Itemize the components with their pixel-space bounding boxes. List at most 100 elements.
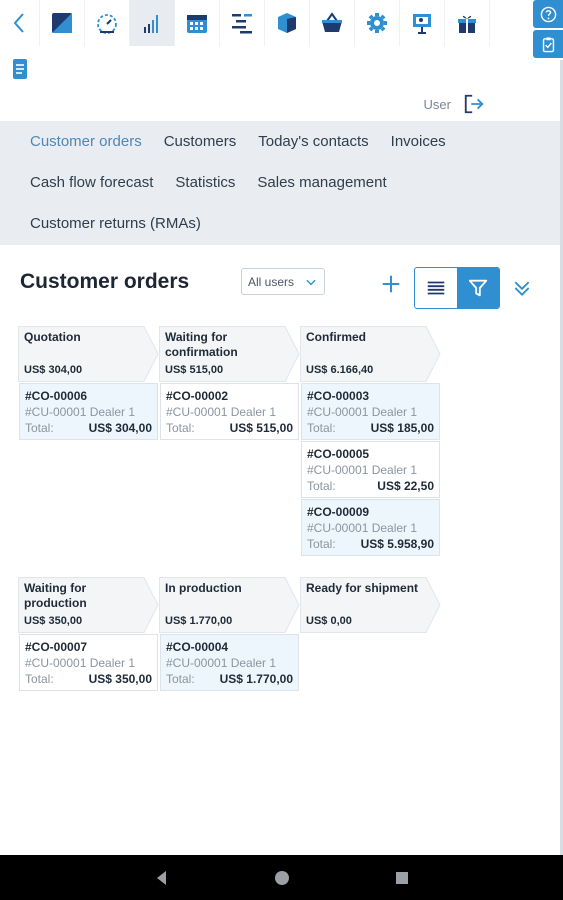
sales-button[interactable] xyxy=(130,0,175,46)
calendar-icon xyxy=(187,15,207,33)
order-id: #CO-00006 xyxy=(25,389,88,403)
stage-header[interactable]: Waiting for confirmation US$ 515,00 xyxy=(159,326,300,382)
stage-header[interactable]: Waiting for production US$ 350,00 xyxy=(18,577,159,633)
user-row: User xyxy=(424,93,485,115)
android-recents-icon[interactable] xyxy=(392,868,412,888)
order-total-row: Total: US$ 22,50 xyxy=(307,478,434,494)
nav-sales-management[interactable]: Sales management xyxy=(257,174,386,191)
calendar-button[interactable] xyxy=(175,0,220,46)
products-icon xyxy=(278,13,296,33)
filter-icon xyxy=(468,279,488,297)
order-total-row: Total: US$ 350,00 xyxy=(25,671,152,687)
stage-column: In production US$ 1.770,00 #CO-00004 #CU-00… xyxy=(159,577,300,692)
side-actions xyxy=(533,0,563,60)
order-total-value: US$ 515,00 xyxy=(229,421,293,435)
stage-name: Ready for shipment xyxy=(306,581,419,595)
stage-column: Waiting for confirmation US$ 515,00 #CO-00… xyxy=(159,326,300,441)
user-label: User xyxy=(423,96,451,112)
nav-invoices[interactable]: Invoices xyxy=(391,133,446,150)
order-id: #CO-00003 xyxy=(307,389,370,403)
stage-total: US$ 350,00 xyxy=(24,615,83,627)
order-id: #CO-00009 xyxy=(307,505,370,519)
android-back-icon[interactable] xyxy=(152,868,172,888)
android-nav-bar xyxy=(0,855,563,900)
list-view-button[interactable] xyxy=(415,268,457,308)
logout-icon xyxy=(464,94,484,114)
nav-statistics[interactable]: Statistics xyxy=(175,174,235,191)
order-id: #CO-00005 xyxy=(307,447,370,461)
marketing-icon xyxy=(52,13,72,33)
order-customer: #CU-00001 Dealer 1 xyxy=(307,463,418,477)
user-filter-select[interactable]: All users xyxy=(241,268,325,295)
purchase-button[interactable] xyxy=(310,0,355,46)
settings-icon xyxy=(367,13,387,33)
order-total-row: Total: US$ 515,00 xyxy=(166,420,293,436)
order-total-value: US$ 185,00 xyxy=(370,421,434,435)
stage-header[interactable]: In production US$ 1.770,00 xyxy=(159,577,300,633)
stage-header[interactable]: Confirmed US$ 6.166,40 xyxy=(300,326,441,382)
order-card[interactable]: #CO-00002 #CU-00001 Dealer 1 Total: US$ 515… xyxy=(160,383,299,440)
order-card[interactable]: #CO-00006 #CU-00001 Dealer 1 Total: US$ 304… xyxy=(19,383,158,440)
stage-header[interactable]: Ready for shipment US$ 0,00 xyxy=(300,577,441,633)
stage-name: Confirmed xyxy=(306,330,366,344)
settings-button[interactable] xyxy=(355,0,400,46)
order-card[interactable]: #CO-00009 #CU-00001 Dealer 1 Total: US$ 5.9… xyxy=(301,499,440,556)
order-customer: #CU-00001 Dealer 1 xyxy=(166,656,277,670)
android-home-icon[interactable] xyxy=(272,868,292,888)
order-card[interactable]: #CO-00004 #CU-00001 Dealer 1 Total: US$ 1.7… xyxy=(160,634,299,691)
order-id: #CO-00007 xyxy=(25,640,88,654)
nav-cash-flow-forecast[interactable]: Cash flow forecast xyxy=(30,174,153,191)
expand-icon[interactable] xyxy=(512,277,532,299)
order-total-row: Total: US$ 304,00 xyxy=(25,420,152,436)
page-header: Customer orders All users xyxy=(20,265,540,315)
sales-subnav: Customer orders Customers Today's contac… xyxy=(0,121,560,245)
stage-name: In production xyxy=(165,581,242,595)
purchase-icon xyxy=(322,12,342,32)
tasks-icon xyxy=(542,36,554,52)
gift-button[interactable] xyxy=(445,0,490,46)
back-icon xyxy=(13,13,24,33)
order-total-label: Total: xyxy=(166,421,195,435)
stage-total: US$ 304,00 xyxy=(24,364,83,376)
nav-customer-returns[interactable]: Customer returns (RMAs) xyxy=(30,215,201,232)
marketing-button[interactable] xyxy=(40,0,85,46)
order-id: #CO-00002 xyxy=(166,389,229,403)
documents-button[interactable] xyxy=(0,46,40,92)
add-icon[interactable] xyxy=(380,273,402,295)
order-id: #CO-00004 xyxy=(166,640,229,654)
order-total-value: US$ 1.770,00 xyxy=(219,672,293,686)
stage-name: Waiting for confirmation xyxy=(165,330,238,359)
help-button[interactable] xyxy=(533,0,563,28)
order-total-label: Total: xyxy=(25,672,54,686)
module-toolbar xyxy=(0,0,530,92)
back-button[interactable] xyxy=(0,0,40,46)
stage-name: Waiting for production xyxy=(24,581,87,610)
order-customer: #CU-00001 Dealer 1 xyxy=(25,405,136,419)
nav-todays-contacts[interactable]: Today's contacts xyxy=(258,133,368,150)
dashboard-button[interactable] xyxy=(85,0,130,46)
order-customer: #CU-00001 Dealer 1 xyxy=(166,405,277,419)
order-total-label: Total: xyxy=(307,421,336,435)
chevron-down-icon xyxy=(306,279,316,285)
nav-customers[interactable]: Customers xyxy=(164,133,237,150)
order-board: Quotation US$ 304,00 #CO-00006 #CU-00001 De… xyxy=(18,326,448,712)
sales-icon xyxy=(144,15,158,33)
projects-button[interactable] xyxy=(220,0,265,46)
nav-customer-orders[interactable]: Customer orders xyxy=(30,133,142,150)
stage-total: US$ 1.770,00 xyxy=(165,615,233,627)
order-card[interactable]: #CO-00003 #CU-00001 Dealer 1 Total: US$ 185… xyxy=(301,383,440,440)
order-customer: #CU-00001 Dealer 1 xyxy=(25,656,136,670)
presentation-button[interactable] xyxy=(400,0,445,46)
order-total-row: Total: US$ 185,00 xyxy=(307,420,434,436)
order-card[interactable]: #CO-00005 #CU-00001 Dealer 1 Total: US$ 22,… xyxy=(301,441,440,498)
order-customer: #CU-00001 Dealer 1 xyxy=(307,405,418,419)
order-total-row: Total: US$ 1.770,00 xyxy=(166,671,293,687)
stage-row: Quotation US$ 304,00 #CO-00006 #CU-00001 De… xyxy=(18,326,448,557)
tasks-button[interactable] xyxy=(533,30,563,58)
user-filter-value: All users xyxy=(248,274,295,289)
filter-button[interactable] xyxy=(457,268,499,308)
logout-button[interactable] xyxy=(463,93,485,115)
order-card[interactable]: #CO-00007 #CU-00001 Dealer 1 Total: US$ 350… xyxy=(19,634,158,691)
stage-header[interactable]: Quotation US$ 304,00 xyxy=(18,326,159,382)
products-button[interactable] xyxy=(265,0,310,46)
